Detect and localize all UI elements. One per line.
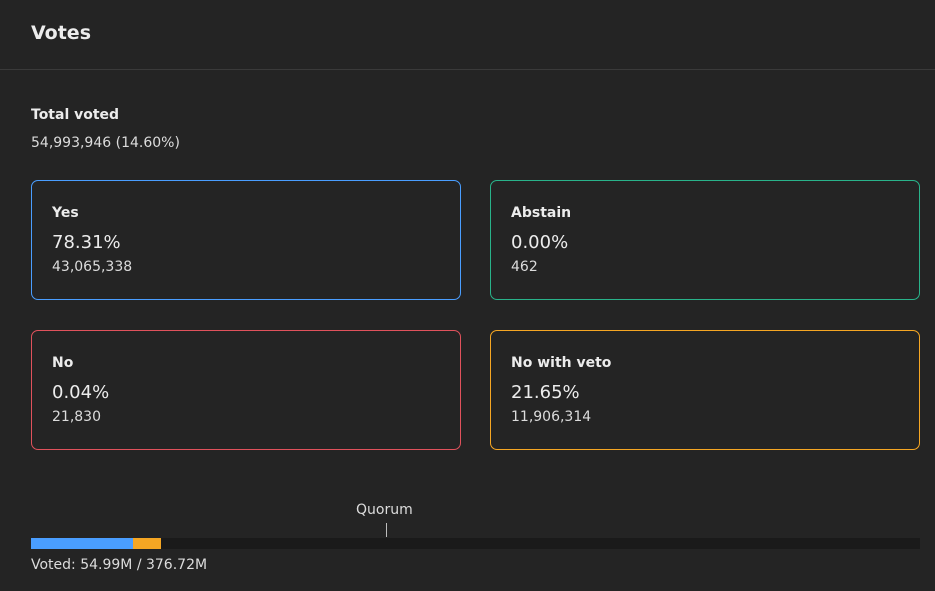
vote-option-percent: 78.31% [52, 232, 121, 253]
vote-option-count: 11,906,314 [511, 409, 592, 425]
total-voted-value: 54,993,946 (14.60%) [31, 135, 180, 151]
progress-segment-veto [132, 538, 161, 549]
vote-option-label: No [52, 355, 74, 371]
vote-card-no: No 0.04% 21,830 [31, 330, 461, 450]
vote-option-percent: 0.04% [52, 382, 110, 403]
voted-summary: Voted: 54.99M / 376.72M [31, 557, 208, 573]
vote-option-label: Yes [52, 205, 79, 221]
vote-card-yes: Yes 78.31% 43,065,338 [31, 180, 461, 300]
quorum-marker [386, 523, 387, 537]
vote-option-count: 462 [511, 259, 538, 275]
vote-option-percent: 21.65% [511, 382, 580, 403]
vote-progress-bar [31, 538, 920, 549]
vote-card-no-with-veto: No with veto 21.65% 11,906,314 [490, 330, 920, 450]
vote-option-count: 21,830 [52, 409, 101, 425]
progress-segment-yes [31, 538, 133, 549]
vote-option-label: Abstain [511, 205, 572, 221]
panel-title: Votes [31, 22, 91, 44]
vote-option-count: 43,065,338 [52, 259, 133, 275]
panel-header: Votes [0, 0, 935, 70]
votes-panel: Votes Total voted 54,993,946 (14.60%) Ye… [0, 0, 935, 591]
vote-option-label: No with veto [511, 355, 612, 371]
vote-option-percent: 0.00% [511, 232, 569, 253]
total-voted-label: Total voted [31, 107, 120, 123]
quorum-label: Quorum [356, 502, 413, 518]
vote-card-abstain: Abstain 0.00% 462 [490, 180, 920, 300]
